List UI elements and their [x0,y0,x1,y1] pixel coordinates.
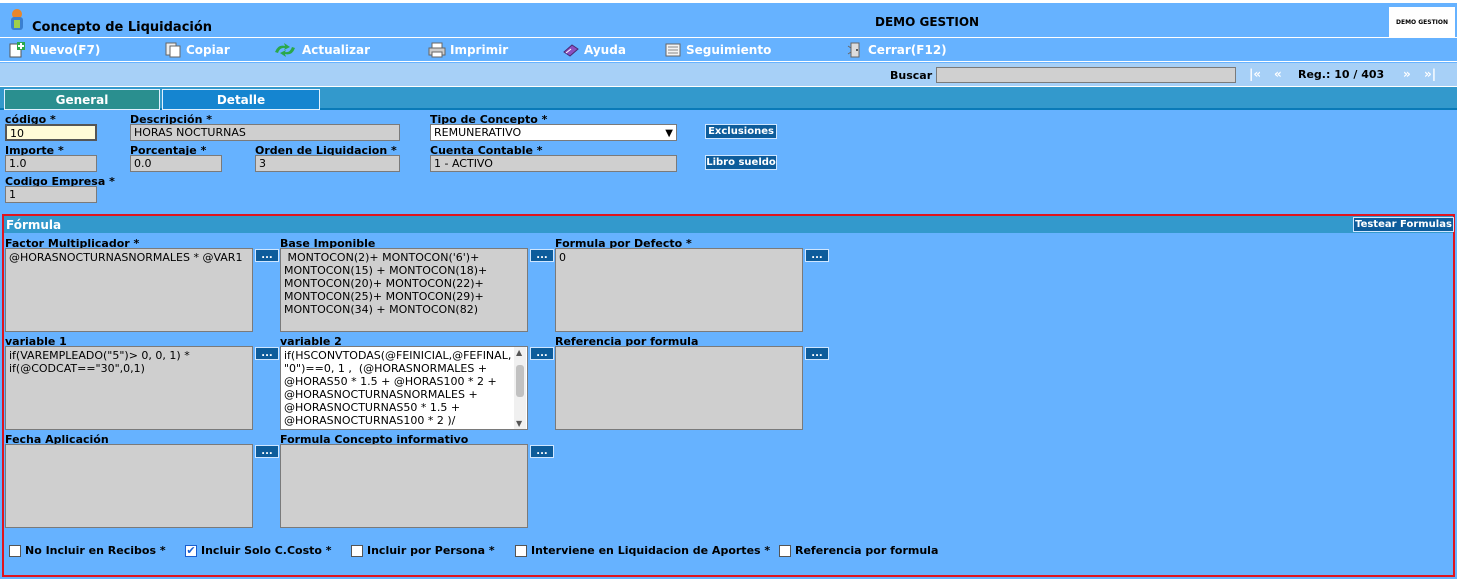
tracking-label: Seguimiento [686,43,772,57]
close-label: Cerrar(F12) [868,43,947,57]
incluir-solo-ccosto-checkbox[interactable]: ✔ [185,543,197,557]
interviene-aportes-checkbox[interactable] [515,544,527,557]
incluir-solo-ccosto-label: Incluir Solo C.Costo * [201,544,332,557]
formula-header [4,216,1453,233]
tipo-concepto-select[interactable]: REMUNERATIVO ▼ [430,124,677,141]
print-icon [428,42,446,58]
tab-detalle[interactable]: Detalle [162,89,320,110]
last-record-button[interactable]: »| [1424,67,1436,81]
next-record-button[interactable]: » [1403,67,1411,81]
tracking-button[interactable]: Seguimiento [664,42,771,58]
factor-textarea[interactable]: @HORASNOCTURNASNORMALES * @VAR1 [5,248,253,332]
incluir-por-persona-label: Incluir por Persona * [367,544,495,557]
referencia-por-formula-option[interactable]: Referencia por formula [779,544,938,557]
scroll-up-icon[interactable]: ▲ [516,348,522,357]
base-imponible-textarea[interactable]: MONTOCON(2)+ MONTOCON('6')+ MONTOCON(15)… [280,248,528,332]
print-button[interactable]: Imprimir [428,42,508,58]
new-button[interactable]: Nuevo(F7) [8,42,100,58]
referencia-formula-textarea[interactable] [555,346,803,430]
help-label: Ayuda [584,43,626,57]
orden-liquidacion-field[interactable]: 3 [255,155,400,172]
formula-title: Fórmula [6,218,62,232]
formula-informativo-edit-button[interactable]: ... [530,445,554,458]
libro-sueldo-button[interactable]: Libro sueldo [705,155,777,170]
incluir-solo-ccosto-option[interactable]: ✔ Incluir Solo C.Costo * [185,544,332,557]
help-button[interactable]: Ayuda [562,42,626,58]
search-input[interactable] [936,67,1236,83]
variable2-edit-button[interactable]: ... [530,347,554,360]
referencia-formula-edit-button[interactable]: ... [805,347,829,360]
tracking-icon [665,43,681,57]
fecha-aplicacion-textarea[interactable] [5,444,253,528]
scroll-thumb[interactable] [516,365,524,397]
checkmark-icon: ✔ [186,543,196,557]
copy-button[interactable]: Copiar [164,42,230,58]
formula-informativo-textarea[interactable] [280,444,528,528]
search-label: Buscar [890,69,933,82]
referencia-por-formula-checkbox[interactable] [779,544,791,557]
exclusiones-button[interactable]: Exclusiones [705,124,777,139]
test-formulas-button[interactable]: Testear Formulas [1353,217,1454,232]
refresh-label: Actualizar [302,43,371,57]
prev-record-button[interactable]: « [1274,67,1282,81]
copy-label: Copiar [186,43,230,57]
variable2-textarea[interactable]: if(HSCONVTODAS(@FEINICIAL,@FEFINAL, "0")… [280,346,528,430]
variable1-edit-button[interactable]: ... [255,347,279,360]
print-label: Imprimir [450,43,509,57]
copy-icon [165,42,181,58]
codigo-empresa-field[interactable]: 1 [5,186,97,203]
formula-defecto-textarea[interactable]: 0 [555,248,803,332]
close-icon [847,42,860,58]
search-bar: Buscar |« « Reg.: 10 / 403 » »| [0,63,1457,87]
company-name: DEMO GESTION [875,15,980,29]
factor-edit-button[interactable]: ... [255,249,279,262]
tipo-concepto-value: REMUNERATIVO [434,126,522,139]
no-incluir-recibos-label: No Incluir en Recibos * [25,544,166,557]
company-logo: DEMO GESTION [1389,7,1455,37]
page-title: Concepto de Liquidación [32,20,213,35]
toolbar: Nuevo(F7) Copiar Actualizar Imprimir Ayu… [0,37,1457,62]
refresh-icon [275,43,295,57]
first-record-button[interactable]: |« [1249,67,1261,81]
incluir-por-persona-option[interactable]: Incluir por Persona * [351,544,495,557]
variable2-scrollbar[interactable]: ▲ ▼ [514,347,526,429]
scroll-down-icon[interactable]: ▼ [516,419,522,428]
no-incluir-recibos-checkbox[interactable] [9,544,21,557]
refresh-button[interactable]: Actualizar [272,42,370,58]
interviene-aportes-label: Interviene en Liquidacion de Aportes * [531,544,771,557]
cuenta-contable-field[interactable]: 1 - ACTIVO [430,155,677,172]
close-button[interactable]: Cerrar(F12) [846,42,947,58]
help-icon [563,44,579,57]
tab-bar: General Detalle [0,87,1457,110]
fecha-aplicacion-edit-button[interactable]: ... [255,445,279,458]
porcentaje-field[interactable]: 0.0 [130,155,222,172]
descripcion-field[interactable]: HORAS NOCTURNAS [130,124,400,141]
no-incluir-recibos-option[interactable]: No Incluir en Recibos * [9,544,166,557]
incluir-por-persona-checkbox[interactable] [351,544,363,557]
tab-general[interactable]: General [4,89,160,110]
new-label: Nuevo(F7) [30,43,101,57]
chevron-down-icon: ▼ [665,128,673,139]
title-bar: Concepto de Liquidación DEMO GESTION DEM… [0,0,1457,37]
referencia-por-formula-label: Referencia por formula [795,544,939,557]
importe-field[interactable]: 1.0 [5,155,97,172]
app-logo-icon [11,9,23,30]
interviene-aportes-option[interactable]: Interviene en Liquidacion de Aportes * [515,544,770,557]
base-imponible-edit-button[interactable]: ... [530,249,554,262]
record-counter: Reg.: 10 / 403 [1298,68,1385,81]
formula-defecto-edit-button[interactable]: ... [805,249,829,262]
variable1-textarea[interactable]: if(VAREMPLEADO("5")> 0, 0, 1) * if(@CODC… [5,346,253,430]
new-icon [9,42,25,58]
codigo-field[interactable]: 10 [5,124,97,141]
